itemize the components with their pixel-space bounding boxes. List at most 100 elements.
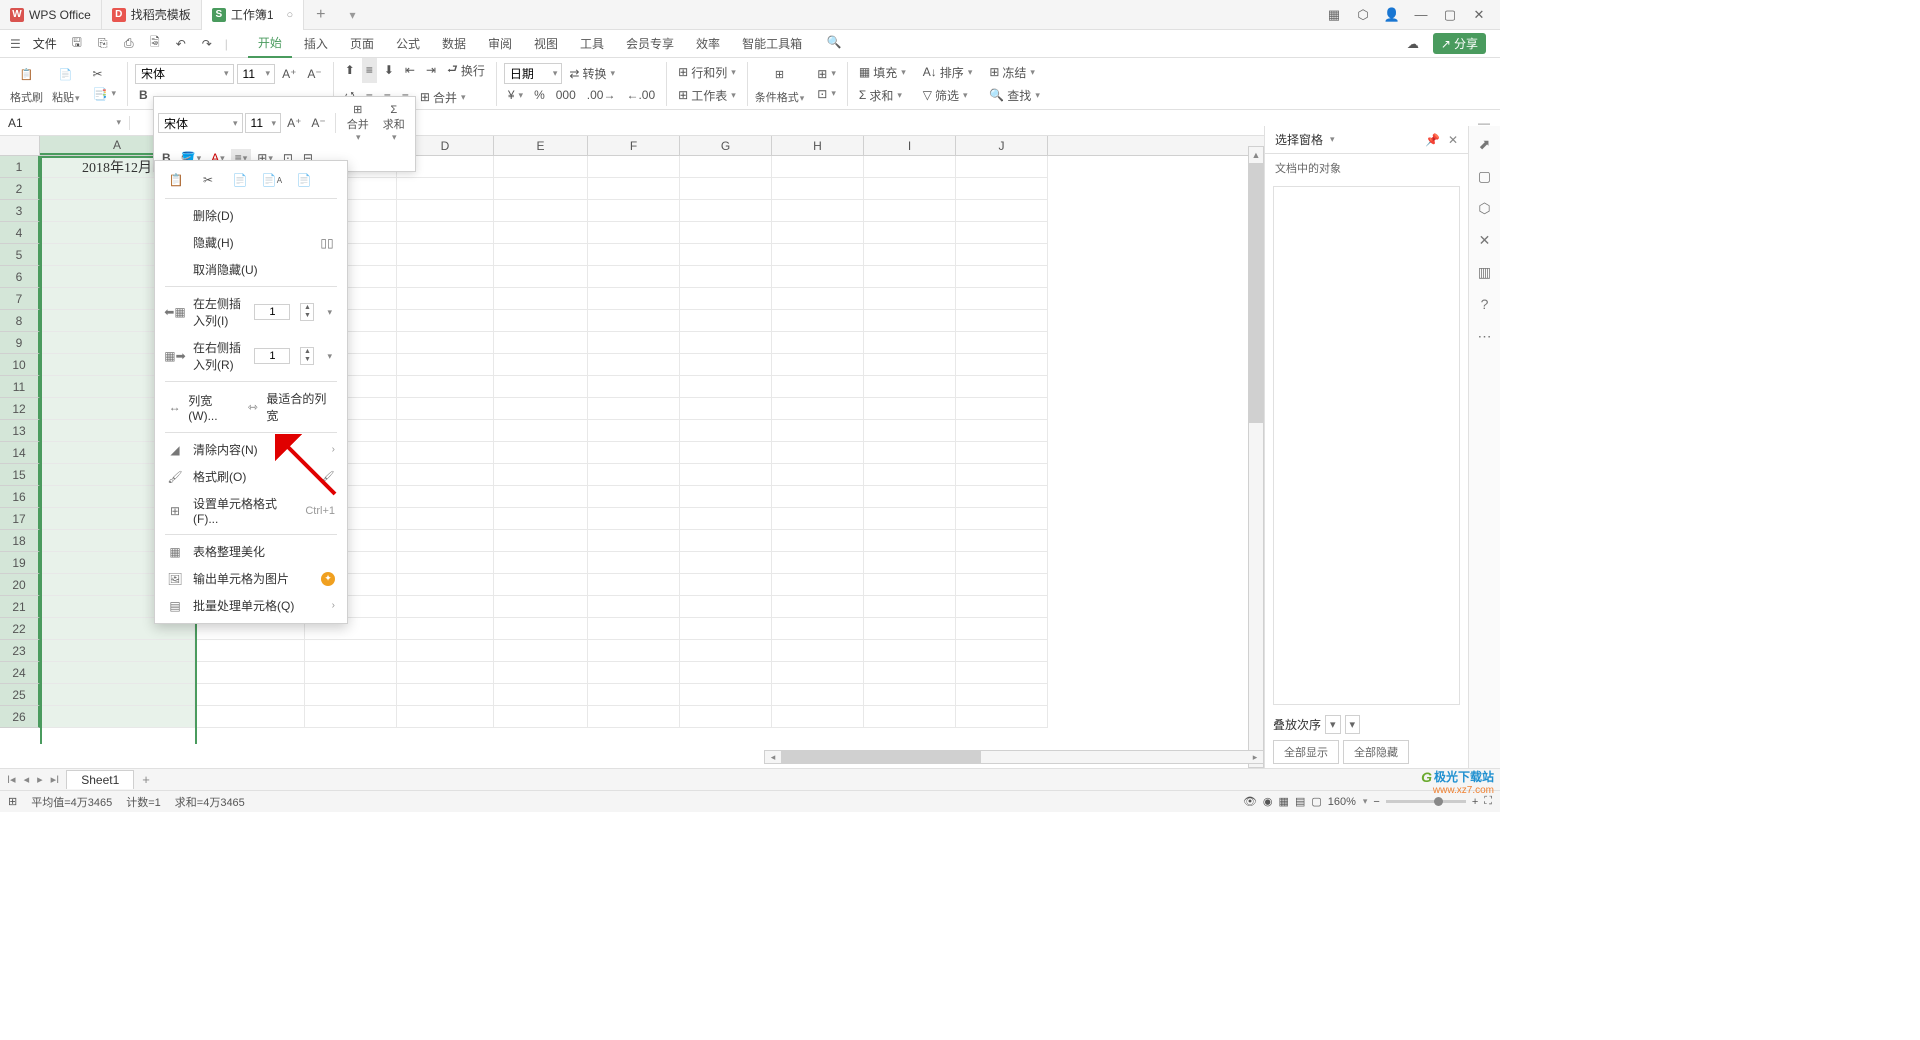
vertical-scrollbar[interactable]: ▲▼ — [1248, 146, 1264, 768]
row-header[interactable]: 3 — [0, 200, 40, 222]
cell[interactable] — [956, 640, 1048, 662]
filter-button[interactable]: ▽ 筛选▾ — [919, 85, 977, 106]
cell[interactable] — [40, 706, 195, 728]
cell[interactable] — [956, 574, 1048, 596]
dot-icon[interactable]: ◉ — [1263, 795, 1273, 808]
ctx-format-painter[interactable]: 🖌格式刷(O)🖌 — [155, 463, 347, 490]
paste-values-icon[interactable]: 📄 — [293, 169, 315, 191]
cell[interactable] — [397, 684, 494, 706]
cell[interactable] — [40, 684, 195, 706]
cell[interactable] — [680, 156, 772, 178]
cell[interactable] — [680, 178, 772, 200]
cell[interactable] — [956, 178, 1048, 200]
cell[interactable] — [397, 442, 494, 464]
cell[interactable] — [680, 222, 772, 244]
cell[interactable] — [864, 266, 956, 288]
cell[interactable] — [680, 662, 772, 684]
cell[interactable] — [494, 486, 588, 508]
export-icon[interactable]: ⎘ — [91, 32, 115, 56]
cell[interactable] — [494, 442, 588, 464]
spinner[interactable]: ▲▼ — [300, 347, 314, 365]
cell[interactable] — [864, 574, 956, 596]
table-style-button[interactable]: ⊞▾ — [813, 65, 840, 83]
col-header-I[interactable]: I — [864, 136, 956, 155]
font-size-combo[interactable]: ▾ — [237, 64, 276, 84]
cell[interactable] — [772, 684, 864, 706]
cell[interactable] — [494, 222, 588, 244]
cell[interactable] — [494, 662, 588, 684]
hamburger-icon[interactable]: ☰ — [6, 37, 25, 51]
cell[interactable] — [956, 310, 1048, 332]
cell[interactable] — [956, 596, 1048, 618]
cell[interactable] — [864, 662, 956, 684]
tab-wps[interactable]: WWPS Office — [0, 0, 102, 30]
ctx-insert-left[interactable]: ⬅▦在左侧插入列(I)▲▼▾ — [155, 290, 347, 334]
cell[interactable] — [956, 354, 1048, 376]
cell[interactable] — [588, 244, 680, 266]
zoom-in[interactable]: + — [1472, 796, 1478, 808]
cloud-icon[interactable]: ☁ — [1401, 32, 1425, 56]
ctx-beautify[interactable]: ▦表格整理美化 — [155, 538, 347, 565]
cell[interactable] — [397, 244, 494, 266]
cell[interactable] — [956, 200, 1048, 222]
cell[interactable] — [494, 552, 588, 574]
cell[interactable] — [772, 596, 864, 618]
more-icon[interactable]: ⋯ — [1475, 326, 1495, 346]
cell[interactable] — [864, 706, 956, 728]
undo-icon[interactable]: ↶ — [169, 32, 193, 56]
row-header[interactable]: 13 — [0, 420, 40, 442]
cell[interactable] — [494, 332, 588, 354]
cell[interactable] — [588, 354, 680, 376]
tab-data[interactable]: 数据 — [432, 30, 476, 58]
cell[interactable] — [956, 442, 1048, 464]
cut-icon[interactable]: ✂ — [197, 169, 219, 191]
cell[interactable] — [956, 332, 1048, 354]
print-icon[interactable]: ⎙ — [117, 32, 141, 56]
cell[interactable] — [588, 442, 680, 464]
increase-font-button[interactable]: A⁺ — [278, 64, 300, 84]
cell[interactable] — [864, 618, 956, 640]
close-icon[interactable]: ○ — [287, 9, 294, 21]
cell[interactable] — [956, 552, 1048, 574]
tab-templates[interactable]: D找稻壳模板 — [102, 0, 202, 30]
row-header[interactable]: 2 — [0, 178, 40, 200]
tab-formula[interactable]: 公式 — [386, 30, 430, 58]
ctx-insert-right[interactable]: ▦➡在右侧插入列(R)▲▼▾ — [155, 334, 347, 378]
cell[interactable] — [40, 640, 195, 662]
cell[interactable] — [864, 486, 956, 508]
cell[interactable] — [864, 332, 956, 354]
tab-home[interactable]: 开始 — [248, 30, 292, 58]
cell[interactable] — [772, 398, 864, 420]
stack-up[interactable]: ▾ — [1325, 715, 1341, 734]
sort-button[interactable]: A↓ 排序▾ — [919, 62, 977, 83]
increase-decimal-button[interactable]: .00→ — [583, 86, 620, 104]
row-header[interactable]: 23 — [0, 640, 40, 662]
cell[interactable] — [772, 332, 864, 354]
tab-menu[interactable]: ▾ — [338, 8, 368, 22]
cell[interactable] — [864, 464, 956, 486]
cell[interactable] — [956, 508, 1048, 530]
paste-icon[interactable]: 📄 — [229, 169, 251, 191]
save-icon[interactable]: 🖫 — [65, 32, 89, 56]
cell[interactable] — [864, 310, 956, 332]
cell[interactable] — [588, 596, 680, 618]
cell[interactable] — [305, 684, 397, 706]
spinner[interactable]: ▲▼ — [300, 303, 314, 321]
font-name-combo[interactable]: ▾ — [135, 64, 234, 84]
cell[interactable] — [494, 354, 588, 376]
cell[interactable] — [588, 310, 680, 332]
cell[interactable] — [956, 706, 1048, 728]
name-box[interactable]: A1▾ — [0, 116, 130, 130]
cell[interactable] — [772, 706, 864, 728]
row-header[interactable]: 10 — [0, 354, 40, 376]
sum-button[interactable]: Σ 求和▾ — [855, 85, 910, 106]
row-header[interactable]: 4 — [0, 222, 40, 244]
cell[interactable] — [772, 200, 864, 222]
fill-button[interactable]: ▦ 填充▾ — [855, 62, 910, 83]
cell[interactable] — [864, 156, 956, 178]
cell[interactable] — [864, 178, 956, 200]
cell[interactable] — [397, 596, 494, 618]
cell[interactable] — [956, 684, 1048, 706]
redo-icon[interactable]: ↷ — [195, 32, 219, 56]
cell[interactable] — [680, 354, 772, 376]
